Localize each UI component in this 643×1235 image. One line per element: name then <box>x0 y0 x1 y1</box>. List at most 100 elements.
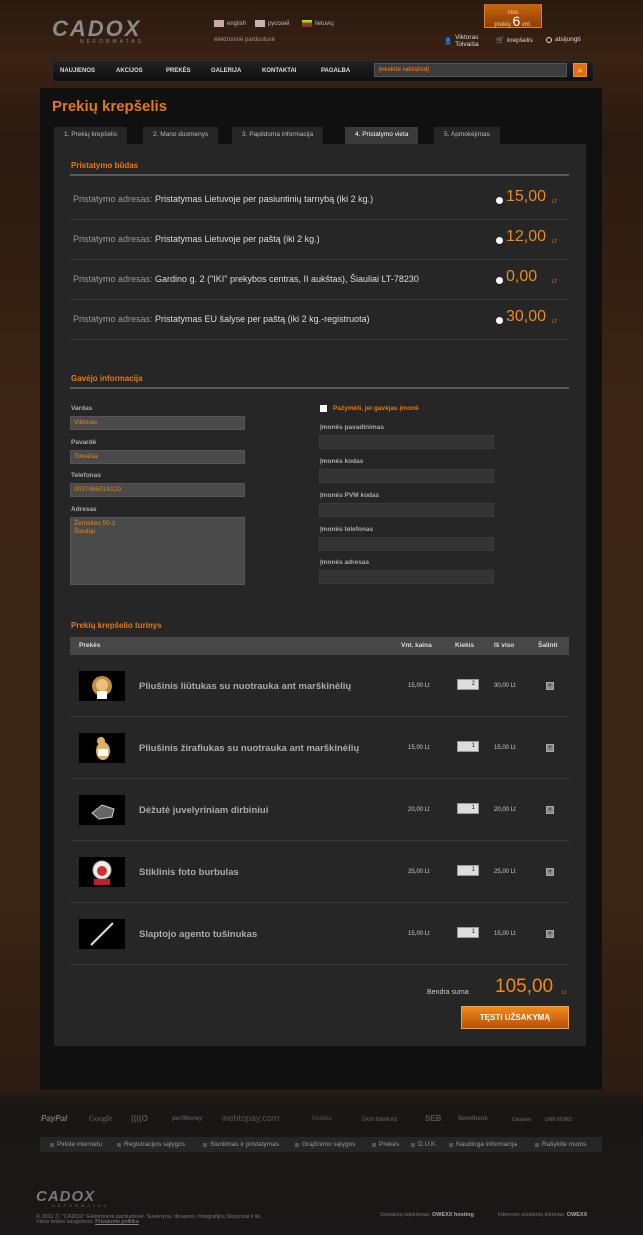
company-address-field[interactable] <box>319 570 494 584</box>
page-title: Prekių krepšelis <box>52 98 168 115</box>
row-total: 15,00 Lt <box>494 745 516 751</box>
tab-additional-info[interactable]: 3. Papildoma informacija <box>232 127 324 144</box>
table-row: Slaptojo agento tušinukas 15,00 Lt 1 15,… <box>70 903 569 965</box>
quantity-field[interactable]: 1 <box>457 803 479 814</box>
lang-english[interactable]: english <box>214 20 246 27</box>
total-sum-value: 105,00 <box>495 976 554 997</box>
tab-delivery-place[interactable]: 4. Pristatymo vieta <box>345 127 419 144</box>
logout-link[interactable]: atsijungti <box>546 36 581 43</box>
quantity-field[interactable]: 1 <box>457 927 479 938</box>
remove-icon[interactable]: × <box>546 682 554 690</box>
lang-russian[interactable]: русский <box>255 20 290 27</box>
contactless-logo: ((((O <box>131 1114 148 1123</box>
quantity-field[interactable]: 2 <box>457 679 479 690</box>
delivery-option-text: Pristatymo adresas: Pristatymas Lietuvoj… <box>73 234 320 244</box>
delivery-currency: LT <box>552 319 558 325</box>
remove-icon[interactable]: × <box>546 806 554 814</box>
delivery-option[interactable]: Pristatymo adresas: Gardino g. 2 ("IKI" … <box>70 260 569 300</box>
surname-label: Pavardė <box>71 439 97 446</box>
lang-label: english <box>227 20 247 27</box>
dnb-nord-logo: DNB NORD <box>545 1117 572 1123</box>
company-code-field[interactable] <box>319 469 494 483</box>
nav-item-contacts[interactable]: KONTAKTAI <box>262 68 296 74</box>
tab-cart[interactable]: 1. Prekių krepšelis <box>54 127 128 144</box>
delivery-radio[interactable] <box>496 237 503 244</box>
bullet-icon <box>411 1142 415 1147</box>
product-name[interactable]: Pliušinis žirafiukas su nuotrauka ant ma… <box>139 743 359 754</box>
lion-plush-icon[interactable] <box>79 671 125 701</box>
nav-item-gallery[interactable]: GALERIJA <box>211 68 241 74</box>
delivery-radio[interactable] <box>496 317 503 324</box>
nav-item-offers[interactable]: AKCIJOS <box>116 68 143 74</box>
delivery-option[interactable]: Pristatymo adresas: Pristatymas Lietuvoj… <box>70 180 569 220</box>
section-divider <box>70 174 569 176</box>
footer-link-label: Grąžinimo sąlygos <box>302 1141 356 1148</box>
jewelry-box-icon[interactable] <box>79 795 125 825</box>
total-sum-label: Bendra suma <box>427 989 469 996</box>
giraffe-plush-icon[interactable] <box>79 733 125 763</box>
hosting-link[interactable]: OWEXX hosting <box>432 1212 474 1218</box>
nav-item-news[interactable]: NAUJIENOS <box>60 68 95 74</box>
delivery-option[interactable]: Pristatymo adresas: Pristatymas EU šalys… <box>70 300 569 340</box>
company-vat-field[interactable] <box>319 503 494 517</box>
lang-lithuanian[interactable]: lietuvių <box>302 20 334 27</box>
footer-link[interactable]: Pirkite internetu <box>50 1141 102 1148</box>
footer-link-label: Registracijos sąlygos <box>124 1141 186 1148</box>
phone-field[interactable]: 0037065019120 <box>70 483 245 497</box>
flag-ru-icon <box>255 20 265 27</box>
delivery-option[interactable]: Pristatymo adresas: Pristatymas Lietuvoj… <box>70 220 569 260</box>
delivery-price: 30,00 <box>506 308 547 325</box>
remove-icon[interactable]: × <box>546 744 554 752</box>
product-name[interactable]: Stiklinis foto burbulas <box>139 867 239 878</box>
pen-icon[interactable] <box>79 919 125 949</box>
nav-item-products[interactable]: PREKĖS <box>166 68 191 74</box>
product-name[interactable]: Pliušinis liūtukas su nuotrauka ant marš… <box>139 681 351 692</box>
bullet-icon <box>449 1142 453 1147</box>
site-logo[interactable]: CADOX NEFORMATAS <box>52 16 184 45</box>
delivery-currency: LT <box>552 279 558 285</box>
footer-link-label: Siuntimas ir pristatymas <box>210 1141 279 1148</box>
footer-link[interactable]: Rašykite mums <box>535 1141 586 1148</box>
address-textarea[interactable]: Žemaitės 50-1 Šiauliai <box>70 517 245 585</box>
company-checkbox[interactable] <box>320 405 327 412</box>
product-name[interactable]: Dėžutė juvelyriniam dirbiniui <box>139 805 268 816</box>
name-field[interactable]: Viktoras <box>70 416 245 430</box>
tab-payment[interactable]: 5. Apmokėjimas <box>434 127 500 144</box>
cart-link[interactable]: 🛒 krepšelis <box>496 36 533 45</box>
delivery-label: Pristatymo adresas: <box>73 194 153 204</box>
cart-summary-box[interactable]: viso prekių 6 vnt. <box>484 4 542 28</box>
search-input[interactable]: Įveskite raktažodį <box>374 63 567 77</box>
footer-link[interactable]: D.U.K. <box>411 1141 437 1148</box>
footer-link[interactable]: Registracijos sąlygos <box>117 1141 185 1148</box>
footer-link[interactable]: Siuntimas ir pristatymas <box>203 1141 279 1148</box>
company-phone-field[interactable] <box>319 537 494 551</box>
creation-link[interactable]: OWEXX <box>567 1212 587 1218</box>
snow-globe-icon[interactable] <box>79 857 125 887</box>
remove-icon[interactable]: × <box>546 930 554 938</box>
quantity-field[interactable]: 1 <box>457 865 479 876</box>
remove-icon[interactable]: × <box>546 868 554 876</box>
th-total: Iš viso <box>494 642 515 649</box>
footer-link[interactable]: Grąžinimo sąlygos <box>295 1141 355 1148</box>
cart-link-label: krepšelis <box>507 36 533 44</box>
total-sum-currency: Lt <box>562 990 567 996</box>
tab-my-data[interactable]: 2. Mano duomenys <box>143 127 219 144</box>
search-button[interactable]: ⌕ <box>573 63 587 77</box>
footer-link[interactable]: Prekės <box>372 1141 399 1148</box>
footer-link[interactable]: Naudinga informacija <box>449 1141 517 1148</box>
product-name[interactable]: Slaptojo agento tušinukas <box>139 929 257 940</box>
tagline: elektroninė parduotuvė <box>214 37 276 43</box>
nav-item-help[interactable]: PAGALBA <box>321 68 350 74</box>
user-last-name: Tolvaiša <box>455 41 479 48</box>
delivery-radio[interactable] <box>496 197 503 204</box>
paypal-logo: PayPal <box>41 1114 68 1123</box>
surname-field[interactable]: Tolvaiša <box>70 450 245 464</box>
privacy-link[interactable]: Privatumo politika <box>95 1219 138 1225</box>
quantity-field[interactable]: 1 <box>457 741 479 752</box>
delivery-radio[interactable] <box>496 277 503 284</box>
company-name-field[interactable] <box>319 435 494 449</box>
continue-order-button[interactable]: TĘSTI UŽSAKYMĄ <box>461 1006 569 1029</box>
unit-price: 15,00 Lt <box>408 931 430 937</box>
delivery-currency: LT <box>552 199 558 205</box>
user-icon: 👤 <box>444 38 453 45</box>
